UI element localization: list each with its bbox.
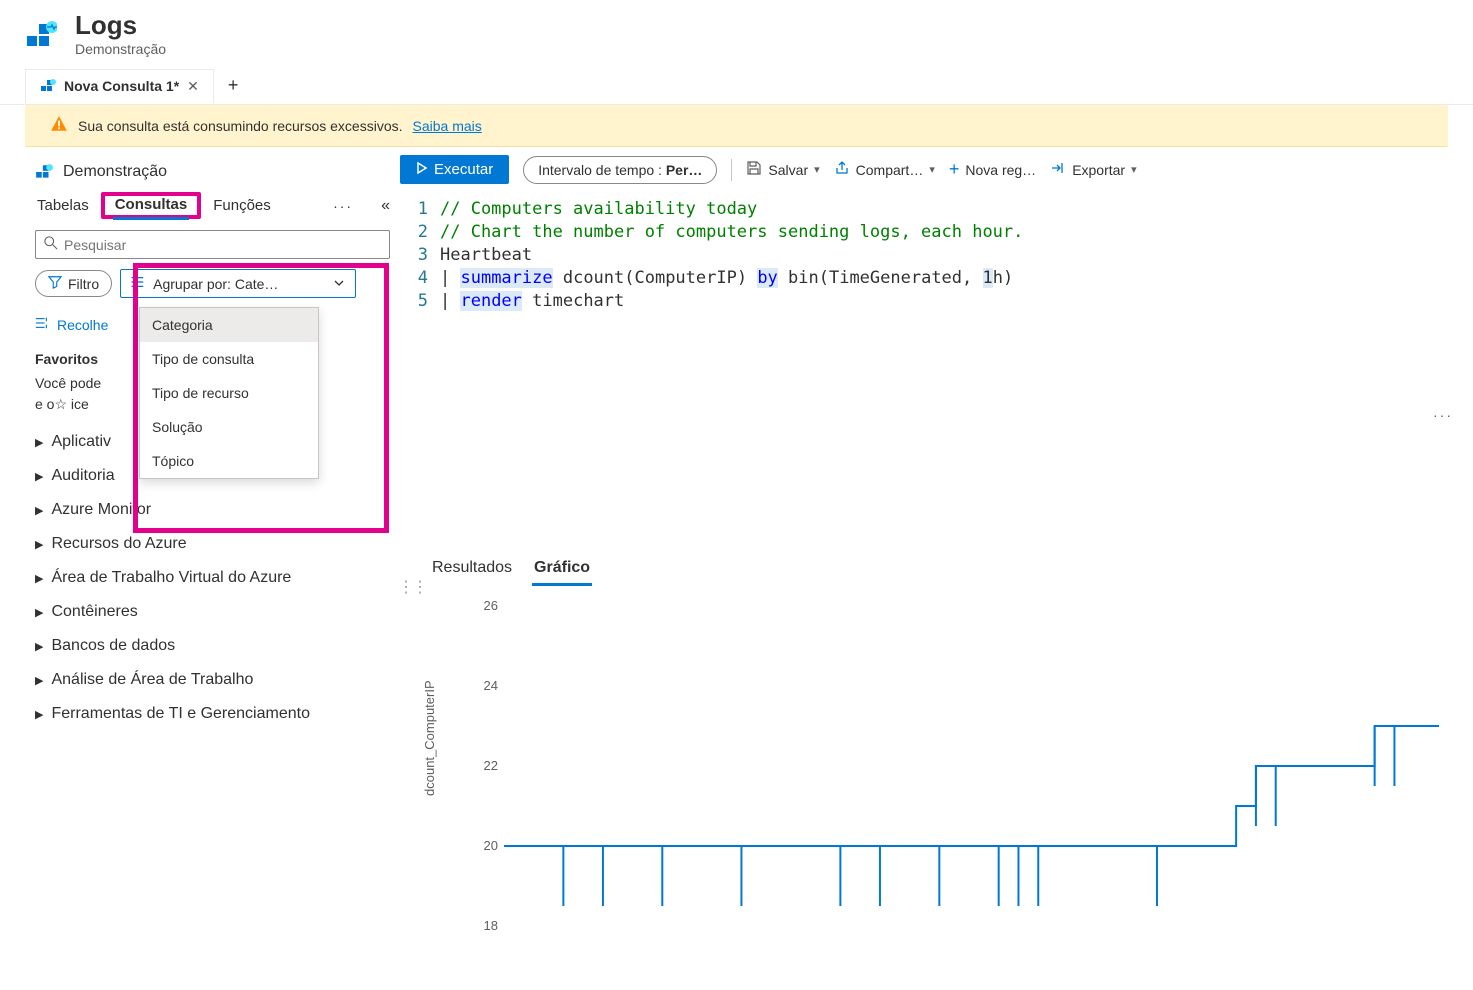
export-icon: [1050, 160, 1066, 179]
warning-text: Sua consulta está consumindo recursos ex…: [78, 118, 403, 134]
play-icon: [416, 161, 428, 178]
plus-icon: +: [949, 159, 960, 180]
caret-right-icon: ▶: [35, 470, 43, 483]
caret-right-icon: ▶: [35, 572, 43, 585]
svg-text:26: 26: [484, 598, 498, 613]
group-by-label: Agrupar por: Cate…: [153, 276, 278, 292]
svg-text:22: 22: [484, 758, 498, 773]
close-tab-icon[interactable]: ✕: [187, 78, 199, 95]
scope-selector[interactable]: Demonstração: [35, 157, 390, 193]
filter-label: Filtro: [68, 276, 99, 292]
results-more-button[interactable]: ···: [1433, 407, 1453, 423]
search-input[interactable]: [64, 237, 381, 253]
svg-text:20: 20: [484, 838, 498, 853]
collapse-sidebar-icon[interactable]: «: [381, 197, 390, 215]
query-tab-strip: Nova Consulta 1* ✕ +: [0, 67, 1473, 105]
category-item[interactable]: ▶Azure Monitor: [35, 493, 390, 527]
group-by-option[interactable]: Tópico: [140, 444, 318, 478]
divider: [731, 159, 732, 181]
collapse-all-label: Recolhe: [57, 317, 108, 333]
caret-right-icon: ▶: [35, 708, 43, 721]
azure-monitor-icon: [25, 20, 57, 52]
chevron-down-icon: ▾: [1131, 163, 1137, 176]
sidebar-tab-tables[interactable]: Tabelas: [35, 193, 91, 218]
time-range-selector[interactable]: Intervalo de tempo : Per…: [523, 156, 717, 184]
timechart: 18 20 22 24 26: [464, 596, 1464, 946]
save-icon: [746, 160, 762, 179]
group-by-option[interactable]: Solução: [140, 410, 318, 444]
category-item[interactable]: ▶Contêineres: [35, 595, 390, 629]
results-tab[interactable]: Resultados: [430, 553, 514, 586]
new-alert-button[interactable]: + Nova reg…: [949, 159, 1036, 180]
warning-icon: [50, 115, 68, 136]
export-button[interactable]: Exportar ▾: [1050, 160, 1136, 179]
category-item[interactable]: ▶Recursos do Azure: [35, 527, 390, 561]
scope-label: Demonstração: [63, 163, 167, 181]
group-by-menu: Categoria Tipo de consulta Tipo de recur…: [139, 307, 319, 479]
chart-tab[interactable]: Gráfico: [532, 553, 592, 586]
azure-monitor-icon: [40, 78, 56, 94]
caret-right-icon: ▶: [35, 640, 43, 653]
svg-text:24: 24: [484, 678, 498, 693]
chart-area: dcount_ComputerIP 1820222426: [430, 596, 1463, 956]
result-tabs: Resultados Gráfico: [400, 543, 1473, 586]
search-icon: [44, 236, 58, 253]
group-by-option[interactable]: Categoria: [140, 308, 318, 342]
chevron-down-icon: ▾: [814, 163, 820, 176]
query-tab-label: Nova Consulta 1*: [64, 78, 179, 94]
chart-y-axis-label: dcount_ComputerIP: [422, 680, 437, 796]
sidebar-tabs: Tabelas Consultas Funções ··· «: [35, 193, 390, 218]
azure-monitor-icon: [35, 163, 53, 181]
sidebar-tabs-more-button[interactable]: ···: [333, 198, 353, 214]
content-area: Executar Intervalo de tempo : Per… Salva…: [400, 147, 1473, 956]
sidebar-tab-queries[interactable]: Consultas: [113, 192, 190, 220]
highlight-annotation: Consultas: [101, 192, 202, 219]
sidebar-tab-functions[interactable]: Funções: [211, 193, 273, 218]
query-tab[interactable]: Nova Consulta 1* ✕: [25, 69, 214, 103]
collapse-tree-icon: [35, 316, 49, 333]
caret-right-icon: ▶: [35, 504, 43, 517]
query-toolbar: Executar Intervalo de tempo : Per… Salva…: [400, 155, 1473, 194]
chevron-down-icon: ▾: [929, 163, 935, 176]
group-by-option[interactable]: Tipo de recurso: [140, 376, 318, 410]
category-item[interactable]: ▶Ferramentas de TI e Gerenciamento: [35, 697, 390, 731]
caret-right-icon: ▶: [35, 606, 43, 619]
category-item[interactable]: ▶Área de Trabalho Virtual do Azure: [35, 561, 390, 595]
drag-handle-icon[interactable]: ⋮⋮: [398, 577, 426, 597]
add-tab-button[interactable]: +: [214, 67, 253, 104]
run-button[interactable]: Executar: [400, 155, 509, 184]
category-item[interactable]: ▶Bancos de dados: [35, 629, 390, 663]
caret-right-icon: ▶: [35, 538, 43, 551]
caret-right-icon: ▶: [35, 436, 43, 449]
caret-right-icon: ▶: [35, 674, 43, 687]
warning-banner: Sua consulta está consumindo recursos ex…: [25, 105, 1448, 147]
search-input-container[interactable]: [35, 230, 390, 259]
group-by-option[interactable]: Tipo de consulta: [140, 342, 318, 376]
page-title: Logs: [75, 10, 166, 41]
list-icon: [131, 275, 145, 292]
category-item[interactable]: ▶Análise de Área de Trabalho: [35, 663, 390, 697]
filter-button[interactable]: Filtro: [35, 270, 112, 297]
share-icon: [834, 160, 850, 179]
group-by-dropdown[interactable]: Agrupar por: Cate…: [120, 269, 356, 298]
sidebar: Demonstração Tabelas Consultas Funções ·…: [0, 147, 400, 956]
warning-learn-more-link[interactable]: Saiba mais: [413, 118, 482, 134]
filter-icon: [48, 275, 62, 292]
page-subtitle: Demonstração: [75, 41, 166, 57]
filter-row: Filtro Agrupar por: Cate… Categoria Tipo…: [35, 269, 390, 298]
page-header: Logs Demonstração: [0, 0, 1473, 67]
share-button[interactable]: Compart… ▾: [834, 160, 935, 179]
query-editor[interactable]: 1// Computers availability today2// Char…: [400, 194, 1473, 313]
save-button[interactable]: Salvar ▾: [746, 160, 819, 179]
svg-text:18: 18: [484, 918, 498, 933]
chevron-down-icon: [333, 276, 345, 292]
